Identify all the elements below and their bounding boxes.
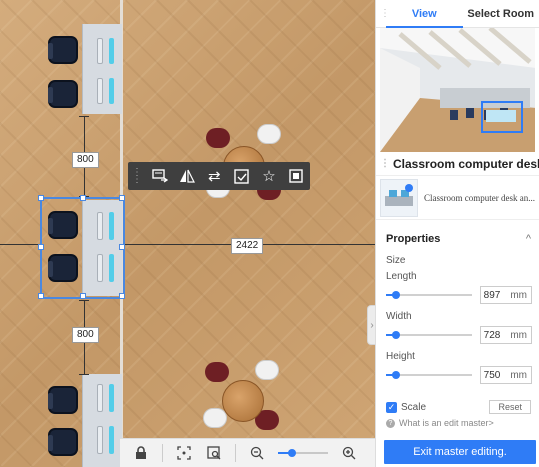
3d-preview[interactable]: [380, 28, 535, 152]
resize-handle[interactable]: [119, 244, 125, 250]
panel-collapse-icon[interactable]: ›: [367, 305, 375, 345]
material-icon[interactable]: [228, 162, 255, 190]
width-label: Width: [386, 311, 412, 322]
object-toolbar: ⋮ ⋮ ⇄ ☆: [128, 162, 310, 190]
resize-handle[interactable]: [38, 244, 44, 250]
design-canvas[interactable]: 800 800 2422 ⋮ ⋮ ⇄ ☆ ›: [0, 0, 375, 467]
tab-view[interactable]: View: [386, 0, 463, 28]
help-icon: ?: [386, 418, 395, 428]
properties-header[interactable]: Properties ^: [376, 226, 539, 252]
item-description: Classroom computer desk an...: [424, 192, 535, 203]
help-link[interactable]: ? What is an edit master>: [376, 416, 539, 430]
grip-icon[interactable]: ⋮: [380, 158, 390, 169]
scale-row: ✓ Scale Reset: [376, 398, 539, 416]
length-row: 897 mm: [376, 284, 539, 306]
desk-bottom[interactable]: [82, 374, 122, 467]
resize-handle[interactable]: [119, 293, 125, 299]
zoom-in-icon[interactable]: [334, 439, 364, 467]
dimension-label-top: 800: [72, 152, 99, 168]
height-input[interactable]: 750 mm: [480, 366, 532, 384]
group-icon[interactable]: [283, 162, 310, 190]
width-input[interactable]: 728 mm: [480, 326, 532, 344]
width-slider[interactable]: [386, 331, 472, 339]
resize-handle[interactable]: [38, 293, 44, 299]
height-slider[interactable]: [386, 371, 472, 379]
chair[interactable]: [48, 428, 78, 456]
selection-box[interactable]: [38, 195, 125, 299]
view-toolbar: [120, 438, 375, 467]
panel-tabs: ⋮ View Select Room: [376, 0, 539, 28]
dimension-label-horizontal: 2422: [231, 238, 264, 254]
resize-handle[interactable]: [80, 293, 86, 299]
zoom-slider-knob[interactable]: [288, 449, 296, 457]
reset-button[interactable]: Reset: [489, 400, 531, 414]
grip-icon[interactable]: ⋮ ⋮: [132, 168, 142, 185]
swap-icon[interactable]: ⇄: [201, 162, 228, 190]
exit-master-editing-button[interactable]: Exit master editing.: [384, 440, 536, 464]
mirror-icon[interactable]: [173, 162, 200, 190]
resize-handle[interactable]: [38, 195, 44, 201]
chair[interactable]: [48, 36, 78, 64]
size-section-label: Size: [386, 255, 406, 266]
item-summary: Classroom computer desk an...: [376, 176, 539, 220]
round-chair[interactable]: [205, 362, 229, 382]
length-slider[interactable]: [386, 291, 472, 299]
chair[interactable]: [48, 80, 78, 108]
chair[interactable]: [48, 386, 78, 414]
fit-view-icon[interactable]: [169, 439, 199, 467]
dimension-label-bottom: 800: [72, 327, 99, 343]
resize-handle[interactable]: [119, 195, 125, 201]
zoom-out-icon[interactable]: [242, 439, 272, 467]
desk-top[interactable]: [82, 24, 122, 114]
round-chair[interactable]: [203, 408, 227, 428]
round-chair[interactable]: [255, 360, 279, 380]
length-label: Length: [386, 271, 417, 282]
width-row: 728 mm: [376, 324, 539, 346]
item-title: ⋮ Classroom computer desk...: [376, 152, 539, 176]
favorite-icon[interactable]: ☆: [255, 162, 282, 190]
zoom-area-icon[interactable]: [199, 439, 229, 467]
properties-panel: ⋮ View Select Room ⋮ Classroom computer …: [375, 0, 539, 467]
item-thumbnail[interactable]: [380, 178, 418, 217]
chevron-up-icon[interactable]: ^: [526, 233, 531, 245]
round-table[interactable]: [222, 380, 264, 422]
grip-icon[interactable]: ⋮: [376, 8, 390, 19]
height-label: Height: [386, 351, 415, 362]
round-chair[interactable]: [257, 124, 281, 144]
round-chair[interactable]: [206, 128, 230, 148]
tab-select-room[interactable]: Select Room: [463, 0, 539, 28]
scale-checkbox[interactable]: ✓: [386, 401, 397, 413]
height-row: 750 mm: [376, 364, 539, 386]
length-input[interactable]: 897 mm: [480, 286, 532, 304]
dimension-line-left: [0, 244, 40, 245]
app-root: 800 800 2422 ⋮ ⋮ ⇄ ☆ › ⋮ View Select Roo…: [0, 0, 539, 467]
replace-icon[interactable]: [146, 162, 173, 190]
lock-icon[interactable]: [126, 439, 156, 467]
resize-handle[interactable]: [80, 195, 86, 201]
zoom-slider[interactable]: [278, 449, 328, 457]
